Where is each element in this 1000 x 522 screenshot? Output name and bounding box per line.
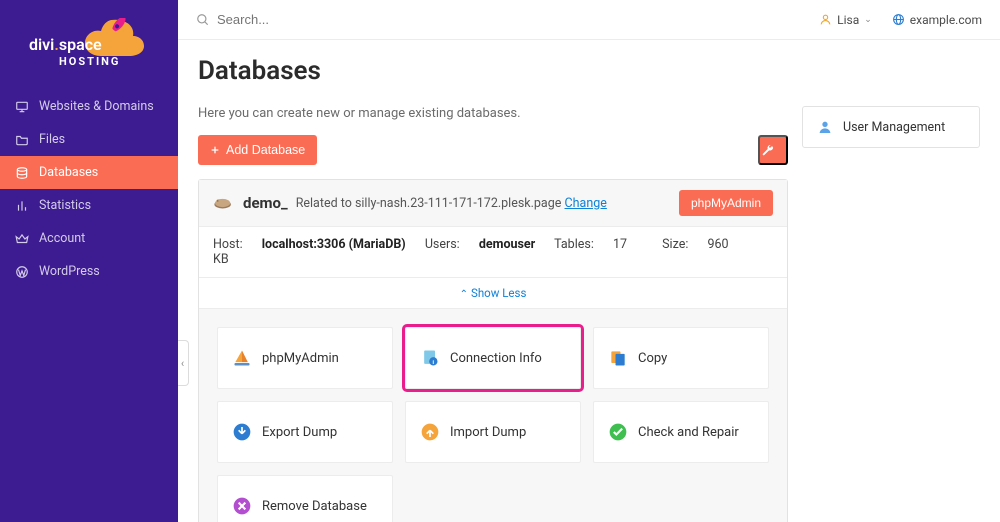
user-management-label: User Management	[843, 120, 945, 135]
wrench-icon	[760, 143, 786, 158]
search[interactable]	[196, 12, 819, 27]
user-area: Lisa ⌄ example.com	[819, 13, 982, 27]
svg-text:divi.space: divi.space	[29, 35, 102, 54]
nav-label: WordPress	[39, 264, 100, 279]
tile-label: Copy	[638, 351, 667, 366]
seal-icon	[213, 195, 235, 211]
stack-icon	[14, 165, 29, 180]
user-menu[interactable]: Lisa ⌄	[819, 13, 872, 27]
sidebar-item-wordpress[interactable]: WordPress	[0, 255, 178, 288]
show-less-toggle[interactable]: ⌃Show Less	[199, 278, 787, 309]
page-info-icon: i	[420, 348, 440, 368]
tools-button[interactable]	[758, 135, 788, 165]
wordpress-icon	[14, 264, 29, 279]
user-icon	[819, 13, 832, 26]
main: Lisa ⌄ example.com ‹ Databases Here you …	[178, 0, 1000, 522]
content: ‹ Databases Here you can create new or m…	[178, 40, 1000, 522]
svg-text:HOSTING: HOSTING	[59, 55, 120, 68]
user-management-panel[interactable]: User Management	[802, 106, 980, 148]
phpmyadmin-button[interactable]: phpMyAdmin	[679, 190, 773, 216]
add-database-label: Add Database	[226, 143, 305, 157]
sidebar-item-websites-domains[interactable]: Websites & Domains	[0, 90, 178, 123]
sidebar-item-databases[interactable]: Databases	[0, 156, 178, 189]
tile-phpmyadmin[interactable]: phpMyAdmin	[217, 327, 393, 389]
domain-text: example.com	[910, 13, 982, 27]
sail-icon	[232, 348, 252, 368]
crown-icon	[14, 231, 29, 246]
remove-icon	[232, 496, 252, 516]
tile-check-and-repair[interactable]: Check and Repair	[593, 401, 769, 463]
change-link[interactable]: Change	[565, 196, 607, 211]
tile-label: Remove Database	[262, 499, 367, 514]
nav-label: Account	[39, 231, 85, 246]
tile-label: Check and Repair	[638, 425, 739, 440]
database-header: demo_ Related to silly-nash.23-111-171-1…	[199, 180, 787, 227]
tile-copy[interactable]: Copy	[593, 327, 769, 389]
tile-remove-database[interactable]: Remove Database	[217, 475, 393, 522]
down-icon	[232, 422, 252, 442]
page-title: Databases	[198, 56, 980, 86]
user-icon	[817, 119, 833, 135]
database-info: Host: localhost:3306 (MariaDB) Users: de…	[199, 227, 787, 278]
tile-grid: phpMyAdmin i Connection Info Copy Export Dum…	[199, 309, 787, 522]
database-name: demo_	[243, 194, 288, 212]
chevron-down-icon: ⌄	[864, 15, 872, 25]
tile-connection-info[interactable]: i Connection Info	[405, 327, 581, 389]
search-input[interactable]	[217, 12, 397, 27]
user-name: Lisa	[837, 13, 859, 27]
folder-icon	[14, 132, 29, 147]
up-icon	[420, 422, 440, 442]
database-card: demo_ Related to silly-nash.23-111-171-1…	[198, 179, 788, 522]
nav-label: Statistics	[39, 198, 91, 213]
search-icon	[196, 13, 210, 27]
copy-icon	[608, 348, 628, 368]
bars-icon	[14, 198, 29, 213]
tile-label: Export Dump	[262, 425, 337, 440]
tile-label: phpMyAdmin	[262, 351, 339, 366]
plus-icon	[210, 145, 220, 155]
nav-label: Files	[39, 132, 65, 147]
sidebar-item-files[interactable]: Files	[0, 123, 178, 156]
topbar: Lisa ⌄ example.com	[178, 0, 1000, 40]
database-related: Related to silly-nash.23-111-171-172.ple…	[296, 196, 607, 211]
sidebar-item-statistics[interactable]: Statistics	[0, 189, 178, 222]
brand-logo: divi.space HOSTING	[0, 0, 178, 90]
add-database-button[interactable]: Add Database	[198, 135, 317, 165]
tile-label: Connection Info	[450, 351, 542, 366]
monitor-icon	[14, 99, 29, 114]
sidebar-item-account[interactable]: Account	[0, 222, 178, 255]
domain-link[interactable]: example.com	[892, 13, 982, 27]
check-icon	[608, 422, 628, 442]
tile-export-dump[interactable]: Export Dump	[217, 401, 393, 463]
chevron-up-icon: ⌃	[460, 289, 468, 300]
sidebar: divi.space HOSTING Websites & Domains Fil…	[0, 0, 178, 522]
nav-label: Websites & Domains	[39, 99, 154, 114]
tile-import-dump[interactable]: Import Dump	[405, 401, 581, 463]
page-subtext: Here you can create new or manage existi…	[198, 106, 788, 121]
tile-label: Import Dump	[450, 425, 526, 440]
globe-icon	[892, 13, 905, 26]
sidebar-nav: Websites & Domains Files Databases Statisti…	[0, 90, 178, 522]
nav-label: Databases	[39, 165, 98, 180]
sidebar-collapse-handle[interactable]: ‹	[178, 340, 189, 386]
